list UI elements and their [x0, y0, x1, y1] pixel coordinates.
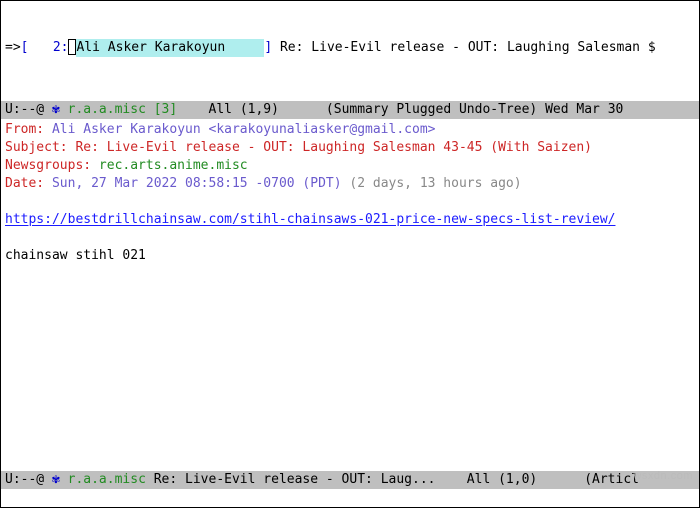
modeline-minor-modes: (Articl — [576, 471, 639, 489]
subject-label: Subject: — [5, 140, 68, 155]
date-age: (2 days, 13 hours ago) — [342, 176, 522, 191]
article-link[interactable]: https://bestdrillchainsaw.com/stihl-chai… — [5, 212, 615, 227]
summary-author: Ali Asker Karakoyun — [76, 39, 264, 57]
newsgroups-label: Newsgroups: — [5, 158, 91, 173]
summary-open-bracket: [ — [21, 39, 29, 57]
header-from: From: Ali Asker Karakoyun <karakoyunalia… — [5, 121, 695, 139]
date-value: Sun, 27 Mar 2022 08:58:15 -0700 (PDT) — [44, 176, 341, 191]
header-subject: Subject: Re: Live-Evil release - OUT: La… — [5, 139, 695, 157]
article-body: chainsaw stihl 021 — [5, 247, 695, 265]
header-newsgroups: Newsgroups: rec.arts.anime.misc — [5, 157, 695, 175]
echo-area — [1, 489, 699, 507]
summary-article-number: 2: — [28, 39, 68, 57]
modeline-title: Re: Live-Evil release - OUT: Laug... — [146, 471, 459, 489]
from-label: From: — [5, 122, 44, 137]
blank-line — [5, 193, 695, 211]
modeline-minor-modes: (Summary Plugged Undo-Tree) — [318, 101, 537, 119]
modeline-article: U:--@ ✾ r.a.a.misc Re: Live-Evil release… — [1, 471, 699, 489]
summary-marker: => — [5, 39, 21, 57]
date-label: Date: — [5, 176, 44, 191]
modeline-position: All (1,9) — [177, 101, 318, 119]
newsgroups-value: rec.arts.anime.misc — [91, 158, 248, 173]
modeline-status: U:--@ — [5, 101, 52, 119]
header-date: Date: Sun, 27 Mar 2022 08:58:15 -0700 (P… — [5, 175, 695, 193]
subject-value: Re: Live-Evil release - OUT: Laughing Sa… — [68, 140, 592, 155]
summary-subject: Re: Live-Evil release - OUT: Laughing Sa… — [272, 39, 656, 57]
modeline-status: U:--@ — [5, 471, 52, 489]
article-pane[interactable]: From: Ali Asker Karakoyun <karakoyunalia… — [1, 119, 699, 471]
modeline-group: r.a.a.misc [3] — [60, 101, 177, 119]
gnus-icon: ✾ — [52, 101, 60, 119]
article-link-line: https://bestdrillchainsaw.com/stihl-chai… — [5, 211, 695, 229]
modeline-group: r.a.a.misc — [60, 471, 146, 489]
modeline-date: Wed Mar 30 — [537, 101, 623, 119]
blank-line — [5, 229, 695, 247]
summary-close-bracket: ] — [264, 39, 272, 57]
summary-row[interactable]: => [ 2: Ali Asker Karakoyun ] Re: Live-E… — [5, 39, 695, 57]
text-cursor — [68, 39, 76, 55]
summary-pane[interactable]: => [ 2: Ali Asker Karakoyun ] Re: Live-E… — [1, 1, 699, 101]
modeline-position: All (1,0) — [459, 471, 576, 489]
watermark: wsxdn.com — [633, 467, 693, 485]
gnus-icon: ✾ — [52, 471, 60, 489]
from-value: Ali Asker Karakoyun <karakoyunaliasker@g… — [44, 122, 435, 137]
modeline-summary: U:--@ ✾ r.a.a.misc [3] All (1,9) (Summar… — [1, 101, 699, 119]
